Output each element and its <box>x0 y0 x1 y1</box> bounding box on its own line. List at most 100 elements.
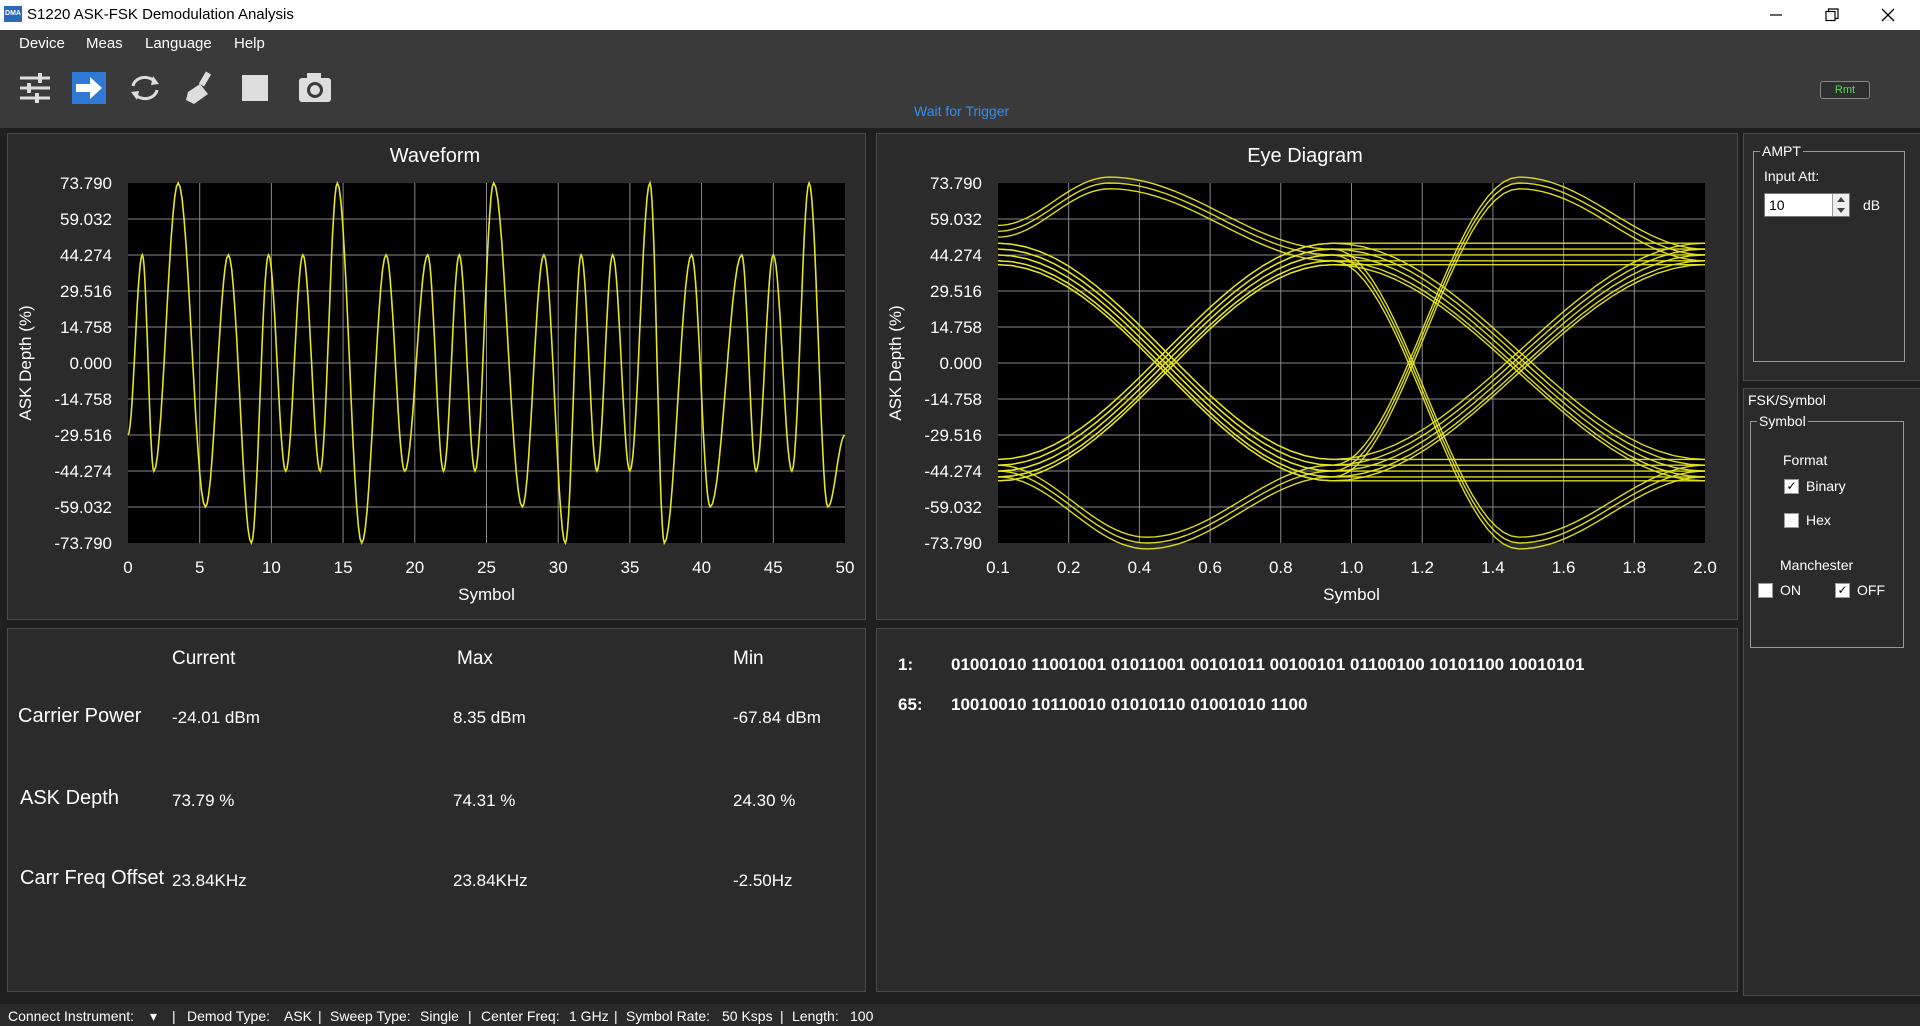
center-freq-value: 1 GHz <box>569 1008 609 1024</box>
demod-type-label: Demod Type: <box>187 1008 271 1024</box>
stop-button[interactable] <box>235 68 275 108</box>
remote-badge: Rmt <box>1820 81 1870 99</box>
y-tick-label: -73.790 <box>924 534 982 553</box>
bits-value: 10010010 10110010 01010110 01001010 1100 <box>951 695 1308 714</box>
center-freq-label: Center Freq: <box>481 1008 560 1024</box>
input-att-spinbox[interactable]: 10 <box>1764 193 1850 217</box>
carr-freq-offset-min: -2.50Hz <box>733 871 793 890</box>
eye-diagram-chart: 73.790 59.032 44.274 29.516 14.758 0.000 -14.7… <box>886 174 1717 604</box>
x-tick-label: 35 <box>620 558 639 577</box>
y-tick-label: 29.516 <box>60 282 112 301</box>
y-axis-label: ASK Depth (%) <box>16 305 35 420</box>
hex-checkbox[interactable] <box>1784 513 1799 528</box>
manchester-on-checkbox[interactable] <box>1758 583 1773 598</box>
input-att-unit: dB <box>1863 197 1881 213</box>
restore-button[interactable] <box>1804 0 1860 30</box>
y-tick-label: 44.274 <box>930 246 982 265</box>
trigger-status: Wait for Trigger <box>914 103 1010 119</box>
sliders-icon <box>20 73 50 103</box>
separator: | <box>614 1008 618 1024</box>
x-tick-label: 45 <box>764 558 783 577</box>
symbol-rate-value: 50 Ksps <box>722 1008 773 1024</box>
separator: | <box>318 1008 322 1024</box>
length-value: 100 <box>850 1008 874 1024</box>
menu-device[interactable]: Device <box>19 35 65 52</box>
minimize-icon <box>1770 14 1782 16</box>
x-tick-label: 2.0 <box>1693 558 1717 577</box>
minimize-button[interactable] <box>1748 0 1804 30</box>
y-tick-label: -59.032 <box>54 498 112 517</box>
spin-arrows-icon <box>1837 197 1845 213</box>
bits-index: 65: <box>898 695 923 714</box>
title-bar: DMA S1220 ASK-FSK Demodulation Analysis <box>0 0 1920 30</box>
continuous-button[interactable] <box>125 68 165 108</box>
header-current: Current <box>172 648 236 669</box>
input-att-value: 10 <box>1769 197 1785 213</box>
ask-depth-current: 73.79 % <box>172 791 235 810</box>
x-axis-label: Symbol <box>1323 585 1380 604</box>
manchester-off-checkbox[interactable]: ✓ <box>1835 583 1850 598</box>
format-label: Format <box>1783 452 1828 468</box>
dropdown-icon[interactable]: ▾ <box>150 1008 157 1025</box>
carrier-power-label: Carrier Power <box>18 705 142 727</box>
close-icon <box>1881 8 1895 22</box>
restore-icon <box>1825 8 1839 22</box>
x-tick-label: 40 <box>692 558 711 577</box>
input-att-label: Input Att: <box>1764 168 1820 184</box>
demod-type-value: ASK <box>284 1008 313 1024</box>
menu-help[interactable]: Help <box>234 35 265 52</box>
y-tick-label: 0.000 <box>69 354 112 373</box>
spin-buttons[interactable] <box>1832 194 1849 216</box>
y-tick-label: -59.032 <box>924 498 982 517</box>
sweep-type-label: Sweep Type: <box>330 1008 411 1024</box>
y-tick-label: -73.790 <box>54 534 112 553</box>
x-tick-label: 15 <box>334 558 353 577</box>
carrier-power-min: -67.84 dBm <box>733 708 821 727</box>
menu-language[interactable]: Language <box>145 35 212 52</box>
ask-depth-min: 24.30 % <box>733 791 796 810</box>
binary-checkbox[interactable]: ✓ <box>1784 479 1799 494</box>
screenshot-button[interactable] <box>295 68 335 108</box>
x-axis-label: Symbol <box>458 585 515 604</box>
carrier-power-max: 8.35 dBm <box>453 708 526 727</box>
length-label: Length: <box>792 1008 839 1024</box>
y-tick-label: 59.032 <box>60 210 112 229</box>
carr-freq-offset-label: Carr Freq Offset <box>20 867 165 889</box>
menu-meas[interactable]: Meas <box>86 35 123 52</box>
y-tick-label: -14.758 <box>924 390 982 409</box>
settings-button[interactable] <box>15 68 55 108</box>
menu-bar: Device Meas Language Help <box>0 30 1920 58</box>
bits-index: 1: <box>898 655 914 674</box>
x-tick-label: 0.4 <box>1128 558 1152 577</box>
status-bar: Connect Instrument: ▾ | Demod Type: ASK … <box>0 1004 1920 1026</box>
carrier-power-current: -24.01 dBm <box>172 708 260 727</box>
separator: | <box>780 1008 784 1024</box>
x-tick-label: 0.8 <box>1269 558 1293 577</box>
x-tick-label: 20 <box>405 558 424 577</box>
symbol-bits-panel <box>876 628 1738 992</box>
run-button[interactable] <box>70 68 110 108</box>
x-tick-label: 0.6 <box>1198 558 1222 577</box>
brush-icon <box>186 71 212 104</box>
connect-instrument-label[interactable]: Connect Instrument: <box>8 1008 134 1024</box>
y-axis-label: ASK Depth (%) <box>886 305 905 420</box>
x-tick-label: 50 <box>836 558 855 577</box>
y-tick-label: -14.758 <box>54 390 112 409</box>
manchester-off-label: OFF <box>1857 582 1885 598</box>
y-tick-label: 59.032 <box>930 210 982 229</box>
y-tick-label: 29.516 <box>930 282 982 301</box>
y-tick-label: -29.516 <box>924 426 982 445</box>
x-tick-label: 0.2 <box>1057 558 1081 577</box>
y-tick-label: -29.516 <box>54 426 112 445</box>
close-button[interactable] <box>1860 0 1916 30</box>
x-tick-label: 1.2 <box>1410 558 1434 577</box>
header-max: Max <box>457 648 493 669</box>
y-tick-label: 73.790 <box>60 174 112 193</box>
clear-button[interactable] <box>180 68 220 108</box>
manchester-label: Manchester <box>1780 557 1854 573</box>
y-tick-label: 14.758 <box>930 318 982 337</box>
x-tick-label: 0 <box>123 558 132 577</box>
carr-freq-offset-max: 23.84KHz <box>453 871 528 890</box>
separator: | <box>468 1008 472 1024</box>
manchester-on-label: ON <box>1780 582 1801 598</box>
